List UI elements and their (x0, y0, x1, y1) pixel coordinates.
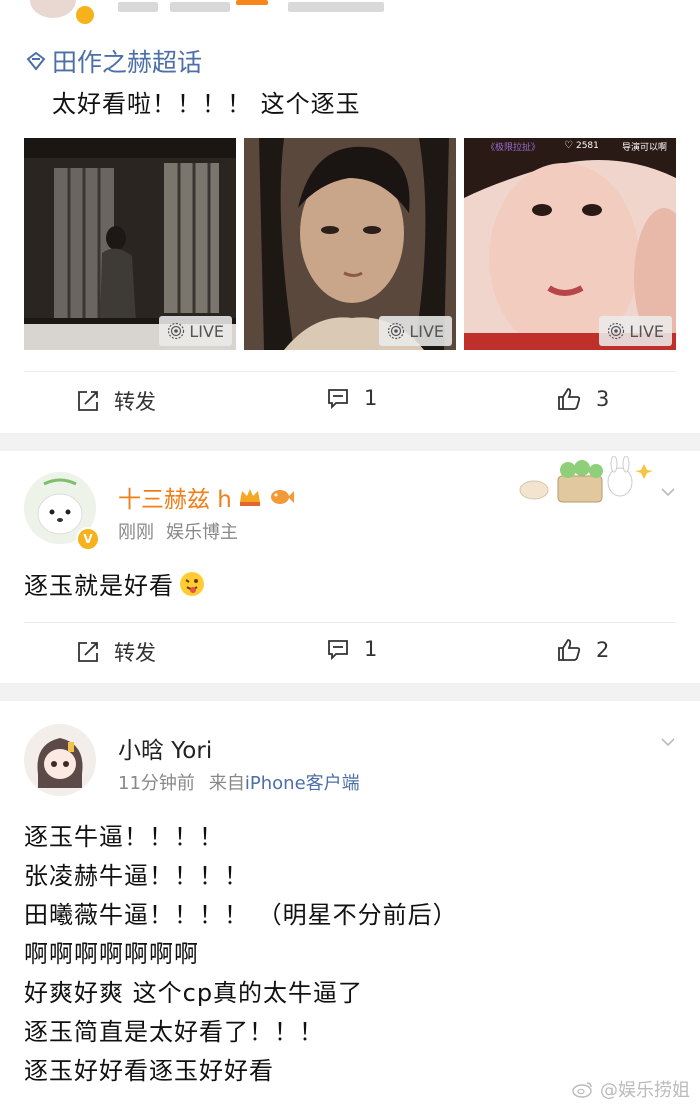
watermark-label: @娱乐捞姐 (600, 1080, 690, 1101)
post-time: 刚刚 (118, 522, 154, 543)
comment-button[interactable]: 1 (326, 637, 377, 661)
chevron-down-icon[interactable] (660, 484, 676, 500)
comment-count: 1 (364, 386, 378, 410)
post-time: 11分钟前 (118, 773, 195, 794)
live-label: LIVE (629, 321, 664, 341)
fish-badge-icon (268, 486, 294, 508)
viewer-count: 2581 (575, 140, 599, 151)
like-button[interactable]: 3 (556, 386, 609, 412)
source-device-link[interactable]: iPhone (245, 773, 306, 794)
share-icon (76, 389, 100, 413)
live-label: LIVE (189, 321, 224, 341)
verified-badge-icon: V (76, 527, 100, 551)
repost-button[interactable]: 转发 (76, 637, 156, 667)
post-text: 逐玉就是好看 (24, 572, 174, 600)
media-thumbnail[interactable]: LIVE (24, 138, 236, 350)
like-count: 2 (596, 638, 610, 662)
weibo-logo-icon (572, 1080, 594, 1098)
crown-badge-icon (238, 486, 262, 508)
comment-icon (326, 386, 350, 410)
tab-indicator (236, 0, 268, 5)
overlay-caption: 导演可以啊 (622, 143, 668, 153)
watermark: @娱乐捞姐 (572, 1076, 690, 1102)
thumbs-up-icon (556, 637, 582, 663)
chevron-down-icon[interactable] (660, 734, 676, 750)
post-text-line: 张凌赫牛逼！！！！ (24, 862, 249, 890)
supertopic-label: 田作之赫超话 (52, 48, 203, 77)
post-text-line: 逐玉简直是太好看了！！！ (24, 1018, 324, 1046)
user-tag: 娱乐博主 (166, 522, 238, 543)
post-source: 来自iPhone客户端 (208, 773, 360, 794)
live-icon (387, 322, 405, 340)
username[interactable]: 十三赫兹 h (118, 480, 232, 514)
avatar[interactable] (24, 724, 96, 796)
post-text-line: 啊啊啊啊啊啊啊 (24, 940, 199, 968)
username[interactable]: 小晗 Yori (118, 731, 212, 765)
emoji-icon (178, 570, 206, 598)
decorative-card-sticker (516, 455, 656, 508)
verified-badge-icon (74, 4, 96, 26)
separator (0, 683, 700, 701)
live-photo-badge: LIVE (159, 316, 232, 346)
supertopic-link[interactable]: 田作之赫超话 (24, 44, 202, 78)
supertopic-icon (24, 49, 48, 73)
media-thumbnail[interactable]: 《极限拉扯》 ♡ 2581 导演可以啊 LIVE (464, 138, 676, 350)
like-count: 3 (596, 387, 610, 411)
live-icon (607, 322, 625, 340)
live-label: LIVE (409, 321, 444, 341)
share-icon (76, 640, 100, 664)
post-text-line: 逐玉好好看逐玉好好看 (24, 1057, 274, 1085)
live-photo-badge: LIVE (379, 316, 452, 346)
media-thumbnail[interactable]: LIVE (244, 138, 456, 350)
live-photo-badge: LIVE (599, 316, 672, 346)
comment-button[interactable]: 1 (326, 386, 377, 410)
post-text-line: 逐玉牛逼！！！！ (24, 823, 224, 851)
repost-button[interactable]: 转发 (76, 386, 156, 416)
repost-label: 转发 (114, 390, 156, 414)
live-room-title: 《极限拉扯》 (486, 143, 541, 153)
post-text-line: 好爽好爽 这个cp真的太牛逼了 (24, 979, 364, 1007)
repost-label: 转发 (114, 641, 156, 665)
thumbs-up-icon (556, 386, 582, 412)
comment-icon (326, 637, 350, 661)
like-button[interactable]: 2 (556, 637, 609, 663)
heart-icon: ♡ (564, 140, 573, 151)
separator (0, 433, 700, 451)
post-text-line: 田曦薇牛逼！！！！ （明星不分前后） (24, 901, 458, 929)
comment-count: 1 (364, 637, 378, 661)
avatar[interactable] (30, 0, 76, 18)
post-text: 太好看啦！！！！ 这个逐玉 (52, 90, 361, 118)
live-icon (167, 322, 185, 340)
